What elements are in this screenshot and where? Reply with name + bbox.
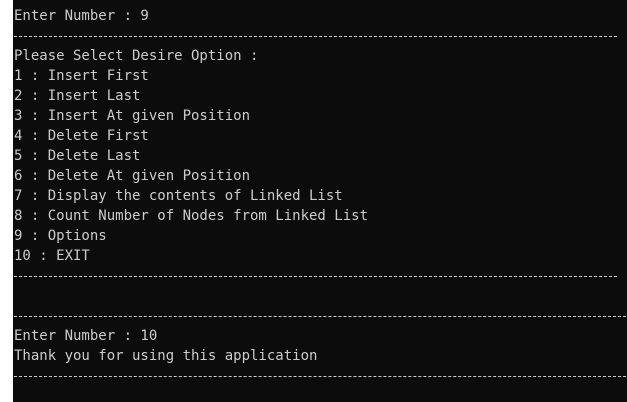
menu-item: 10 : EXIT	[14, 248, 90, 264]
menu-item: 3 : Insert At given Position	[14, 108, 251, 124]
menu-item: 6 : Delete At given Position	[14, 168, 251, 184]
menu-item: 1 : Insert First	[14, 68, 149, 84]
prompt-line-1: Enter Number : 9	[14, 8, 149, 24]
menu-item: 7 : Display the contents of Linked List	[14, 188, 343, 204]
menu-item: 4 : Delete First	[14, 128, 149, 144]
separator-2	[14, 276, 617, 277]
console-window[interactable]: Enter Number : 9 Please Select Desire Op…	[13, 0, 627, 402]
farewell-message: Thank you for using this application	[14, 348, 318, 364]
separator-3	[14, 316, 626, 317]
prompt-line-2: Enter Number : 10	[14, 328, 158, 344]
menu-title: Please Select Desire Option :	[14, 48, 259, 64]
menu-item: 2 : Insert Last	[14, 88, 141, 104]
menu-item: 8 : Count Number of Nodes from Linked Li…	[14, 208, 369, 224]
separator-1	[14, 36, 617, 37]
separator-4	[14, 376, 626, 377]
menu-item: 5 : Delete Last	[14, 148, 141, 164]
menu-item: 9 : Options	[14, 228, 107, 244]
